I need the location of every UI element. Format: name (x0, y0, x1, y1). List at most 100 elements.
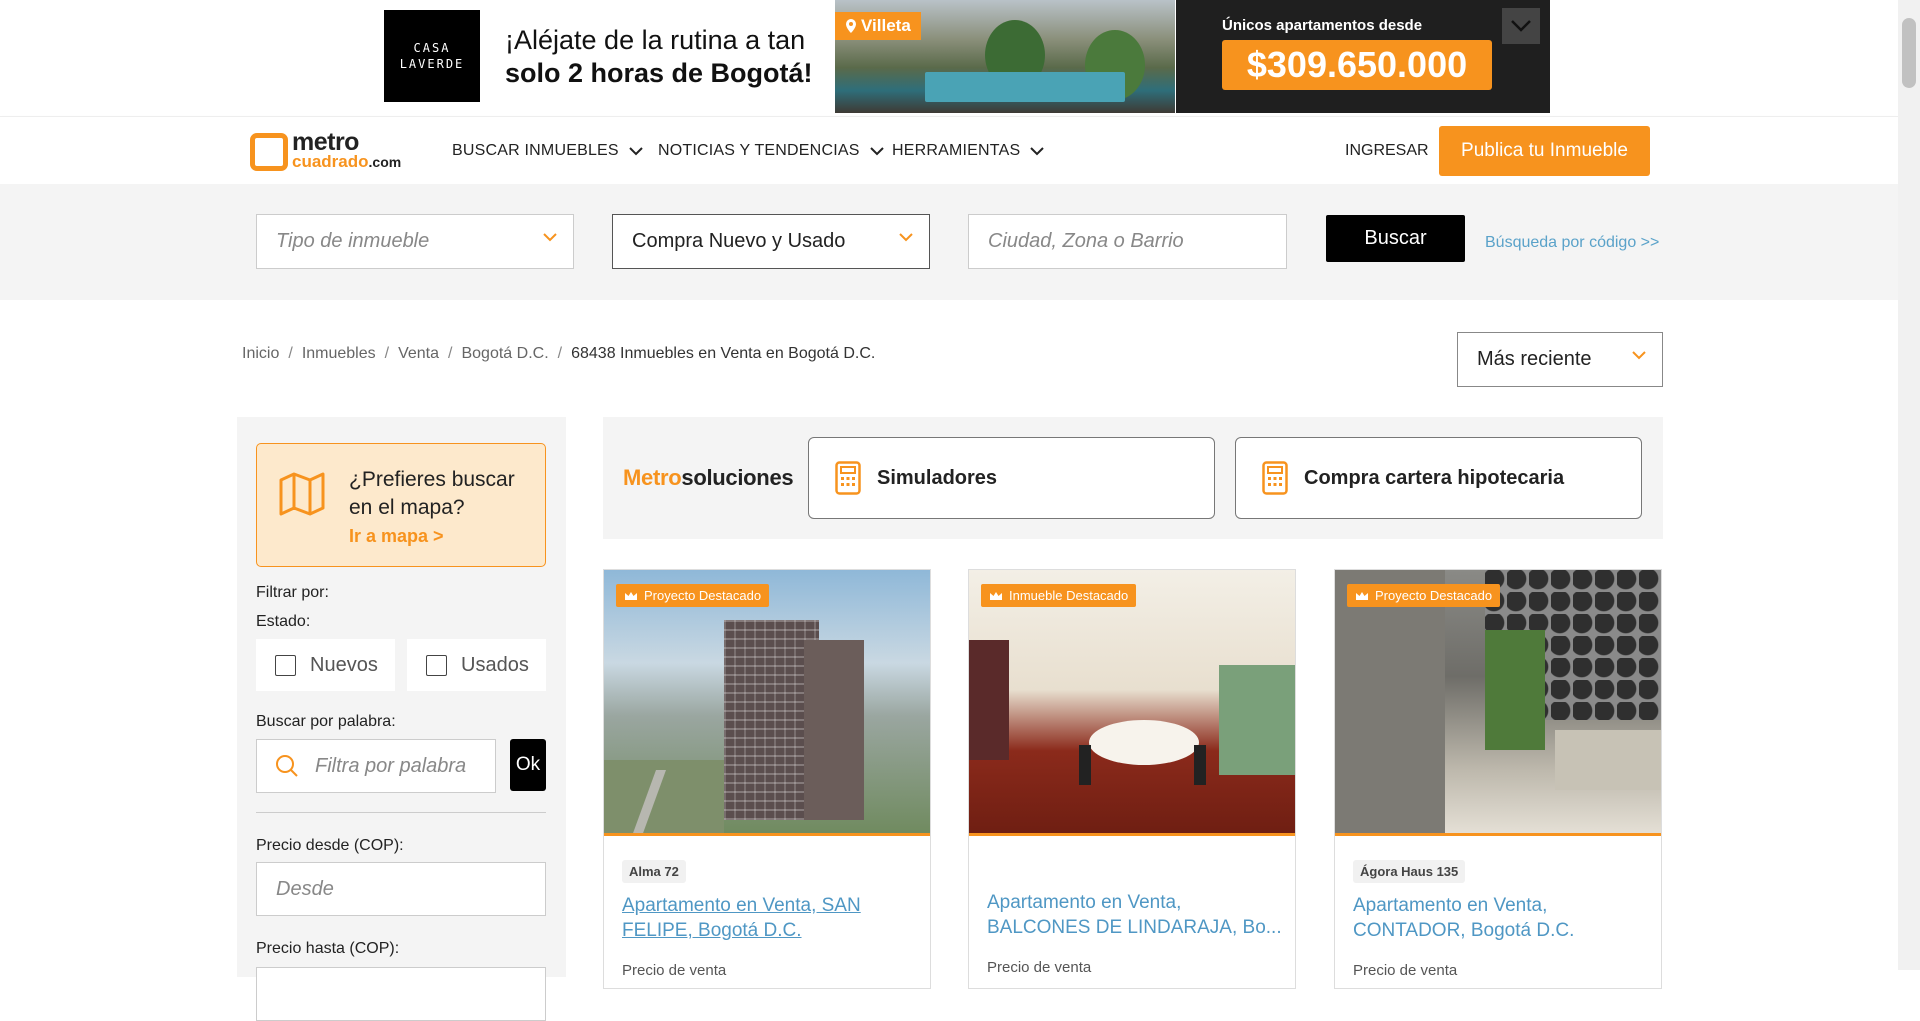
price-to-label: Precio hasta (COP): (256, 940, 400, 957)
nav-label: HERRAMIENTAS (892, 142, 1021, 159)
checkbox-icon (275, 654, 296, 676)
project-name: Ágora Haus 135 (1353, 860, 1466, 883)
chevron-down-icon (1632, 351, 1646, 360)
listing-card[interactable]: Inmueble Destacado Apartamento en Venta,… (968, 569, 1296, 989)
ad-location-label: Villeta (861, 16, 911, 35)
logo-text-bottom: cuadrado (292, 151, 369, 171)
checkbox-label: Usados (461, 653, 529, 676)
compra-cartera-button[interactable]: Compra cartera hipotecaria (1235, 437, 1642, 519)
breadcrumb: Inicio / Inmuebles / Venta / Bogotá D.C./ 6… (242, 345, 876, 363)
crown-icon (990, 591, 1002, 600)
badge-label: Proyecto Destacado (1375, 588, 1493, 603)
location-input[interactable]: Ciudad, Zona o Barrio (968, 214, 1287, 269)
logo-mark-icon (250, 133, 288, 171)
breadcrumb-current: 68438 Inmuebles en Venta en Bogotá D.C. (571, 345, 876, 362)
chevron-down-icon (899, 233, 913, 242)
filter-sidebar: ¿Prefieres buscar en el mapa? Ir a mapa … (237, 417, 566, 1021)
checkbox-usados[interactable]: Usados (407, 639, 546, 691)
keyword-ok-button[interactable]: Ok (510, 739, 546, 791)
listing-title-link[interactable]: Apartamento en Venta, CONTADOR, Bogotá D… (1353, 893, 1648, 943)
site-logo[interactable]: metro cuadrado.com (250, 127, 402, 173)
simuladores-label: Simuladores (877, 466, 998, 489)
ad-caption: Únicos apartamentos desde (1222, 17, 1423, 34)
location-pin-icon (846, 19, 856, 33)
logo-text-top: metro (292, 127, 359, 156)
price-from-placeholder: Desde (276, 877, 334, 900)
logo-suffix: .com (368, 153, 402, 170)
map-question: ¿Prefieres buscar en el mapa? (349, 468, 515, 519)
filter-by-label: Filtrar por: (256, 584, 329, 601)
checkbox-label: Nuevos (310, 653, 378, 676)
listing-card[interactable]: Proyecto Destacado Alma 72 Apartamento e… (603, 569, 931, 989)
listing-badge: Inmueble Destacado (981, 584, 1137, 607)
search-bar: Tipo de inmueble Compra Nuevo y Usado Ci… (0, 184, 1898, 300)
nav-buscar-inmuebles[interactable]: BUSCAR INMUEBLES (452, 142, 643, 160)
checkbox-nuevos[interactable]: Nuevos (256, 639, 395, 691)
price-from-input[interactable]: Desde (256, 862, 546, 916)
metrosoluciones-brand: Metrosoluciones (623, 465, 794, 491)
compra-cartera-label: Compra cartera hipotecaria (1304, 466, 1565, 489)
nav-herramientas[interactable]: HERRAMIENTAS (892, 142, 1045, 160)
chevron-down-icon (629, 146, 643, 155)
price-to-input[interactable] (256, 967, 546, 1021)
ad-location-tag: Villeta (835, 12, 921, 40)
go-to-map-link[interactable]: Ir a mapa > (349, 526, 444, 547)
search-button[interactable]: Buscar (1326, 215, 1465, 262)
badge-label: Inmueble Destacado (1009, 588, 1129, 603)
ad-logo: CASA LAVERDE (384, 10, 480, 102)
ad-banner[interactable]: CASA LAVERDE ¡Aléjate de la rutina a tan… (350, 0, 1550, 113)
map-icon (279, 472, 325, 516)
page-scrollbar[interactable] (1898, 0, 1920, 970)
breadcrumb-inicio[interactable]: Inicio (242, 345, 279, 363)
chevron-down-icon (1030, 146, 1045, 155)
location-placeholder: Ciudad, Zona o Barrio (988, 230, 1184, 252)
nav-noticias-tendencias[interactable]: NOTICIAS Y TENDENCIAS (658, 142, 884, 160)
sort-value: Más reciente (1477, 348, 1592, 370)
ad-headline: ¡Aléjate de la rutina a tan solo 2 horas… (505, 24, 825, 90)
map-search-card[interactable]: ¿Prefieres buscar en el mapa? Ir a mapa … (256, 443, 546, 567)
crown-icon (1356, 591, 1368, 600)
ad-collapse-button[interactable] (1502, 8, 1540, 44)
operation-value: Compra Nuevo y Usado (632, 230, 846, 252)
listing-card[interactable]: Proyecto Destacado Ágora Haus 135 Aparta… (1334, 569, 1662, 989)
breadcrumb-venta[interactable]: Venta (398, 345, 439, 363)
listing-photo[interactable]: Inmueble Destacado (969, 570, 1295, 836)
calculator-icon (835, 461, 861, 495)
ad-price-panel: Únicos apartamentos desde $309.650.000 (1176, 0, 1550, 113)
keyword-input[interactable]: Filtra por palabra (256, 739, 496, 793)
ad-headline-line-2: solo 2 horas de Bogotá! (505, 58, 813, 88)
ad-price: $309.650.000 (1222, 40, 1492, 90)
property-type-select[interactable]: Tipo de inmueble (256, 214, 574, 269)
crown-icon (625, 591, 637, 600)
state-label: Estado: (256, 613, 311, 630)
breadcrumb-inmuebles[interactable]: Inmuebles (302, 345, 376, 363)
price-label: Precio de venta (987, 959, 1092, 976)
site-header: metro cuadrado.com BUSCAR INMUEBLES NOTI… (0, 116, 1898, 184)
operation-select[interactable]: Compra Nuevo y Usado (612, 214, 930, 269)
sort-select[interactable]: Más reciente (1457, 332, 1663, 387)
project-name: Alma 72 (622, 860, 686, 883)
keyword-placeholder: Filtra por palabra (315, 754, 467, 777)
login-link[interactable]: INGRESAR (1345, 142, 1429, 160)
listing-badge: Proyecto Destacado (616, 584, 770, 607)
listing-photo[interactable]: Proyecto Destacado (1335, 570, 1661, 836)
divider (256, 812, 546, 813)
brand-dark: soluciones (681, 465, 794, 490)
chevron-down-icon (869, 146, 884, 155)
listing-badge: Proyecto Destacado (1347, 584, 1501, 607)
price-label: Precio de venta (1353, 962, 1458, 979)
chevron-down-icon (543, 233, 557, 242)
search-icon (276, 755, 298, 777)
breadcrumb-bogota[interactable]: Bogotá D.C. (461, 345, 548, 363)
listing-photo[interactable]: Proyecto Destacado (604, 570, 930, 836)
listing-title-link[interactable]: Apartamento en Venta, SAN FELIPE, Bogotá… (622, 893, 917, 943)
price-label: Precio de venta (622, 962, 727, 979)
chevron-down-icon (1511, 20, 1531, 32)
ad-headline-line-1: ¡Aléjate de la rutina a tan (505, 25, 806, 55)
simuladores-button[interactable]: Simuladores (808, 437, 1215, 519)
listing-title-link[interactable]: Apartamento en Venta, BALCONES DE LINDAR… (987, 890, 1282, 940)
publish-button[interactable]: Publica tu Inmueble (1439, 126, 1650, 176)
scrollbar-thumb[interactable] (1902, 18, 1916, 88)
metrosoluciones-panel: Metrosoluciones Simuladores Compra carte… (603, 417, 1663, 539)
search-by-code-link[interactable]: Búsqueda por código >> (1485, 234, 1659, 252)
